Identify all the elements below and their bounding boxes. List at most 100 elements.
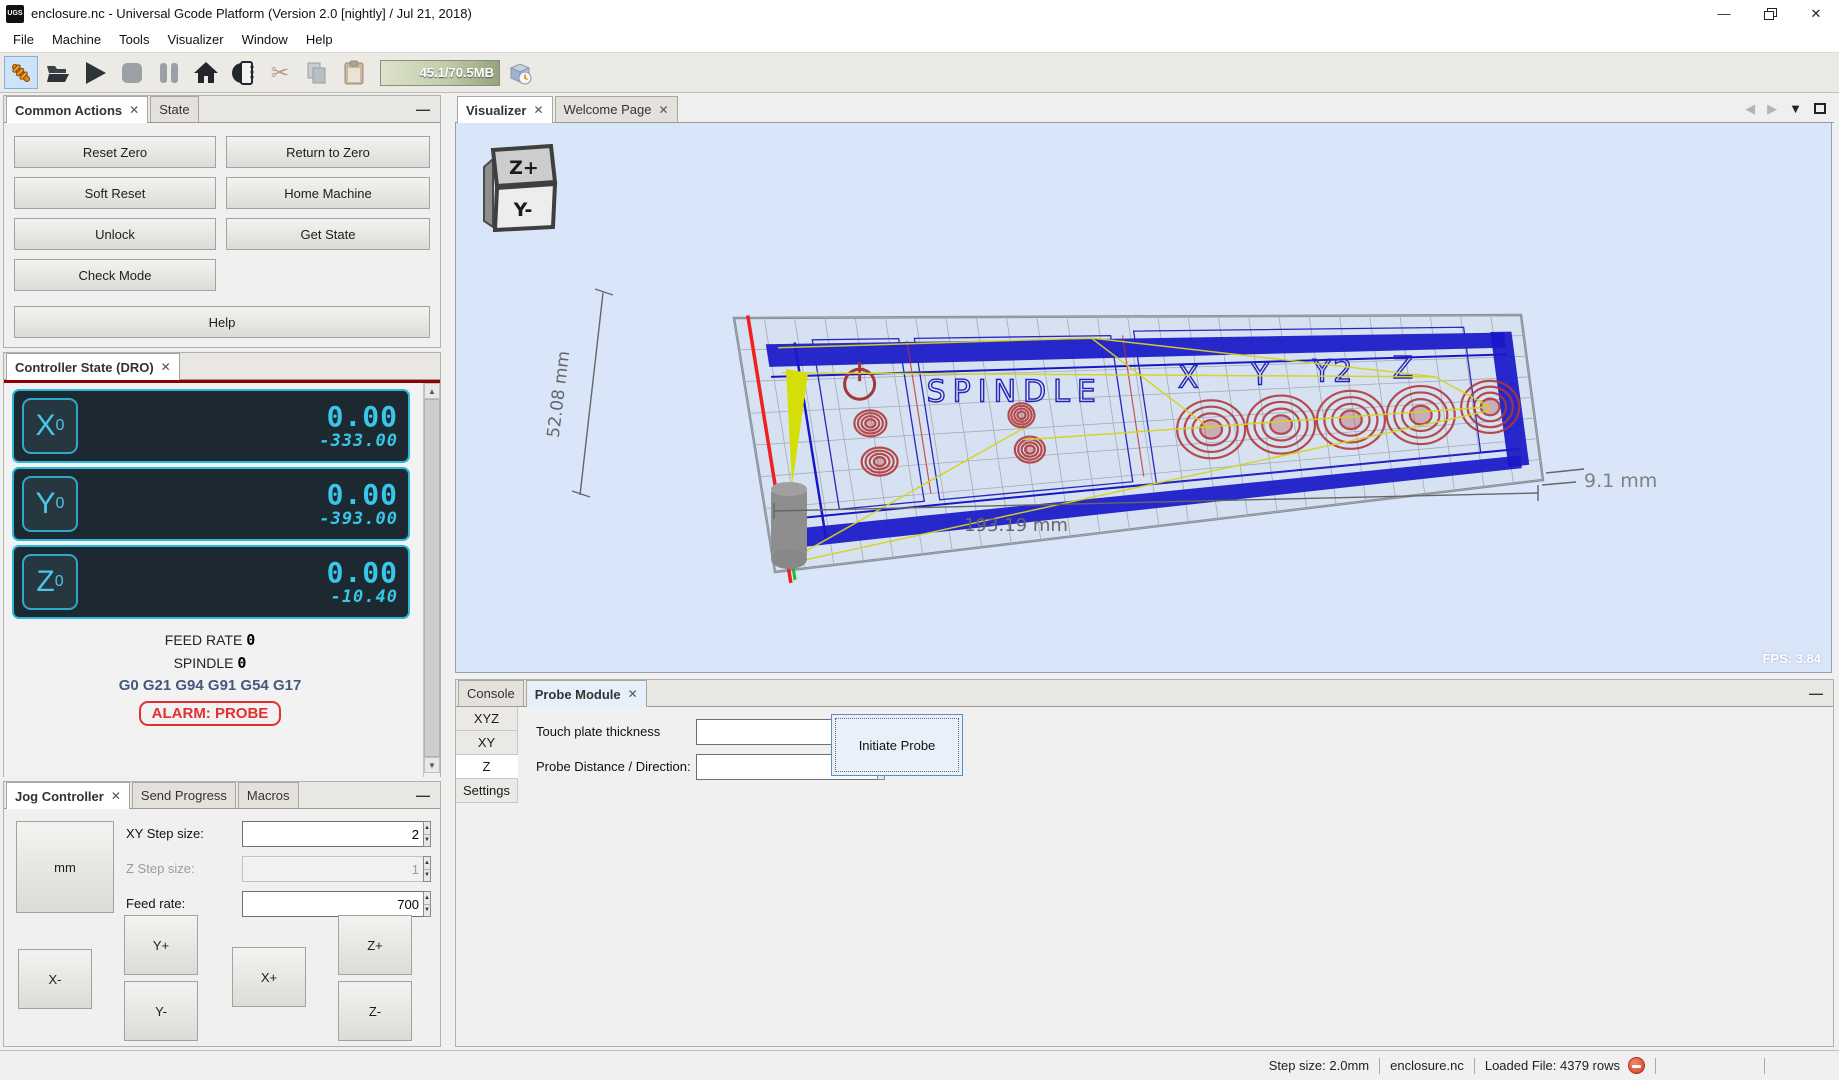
- initiate-probe-button[interactable]: Initiate Probe: [831, 714, 963, 776]
- step-down-icon[interactable]: ▼: [424, 905, 430, 917]
- tab-welcome-page[interactable]: Welcome Page✕: [555, 96, 678, 122]
- dro-scrollbar[interactable]: ▲ ▼: [423, 383, 440, 777]
- check-mode-button[interactable]: Check Mode: [14, 259, 216, 291]
- jog-x-minus-button[interactable]: X-: [18, 949, 92, 1009]
- copy-button[interactable]: [300, 56, 334, 89]
- menu-machine[interactable]: Machine: [43, 29, 110, 50]
- y-work-position: 0.00: [319, 480, 398, 510]
- window-title: enclosure.nc - Universal Gcode Platform …: [31, 6, 472, 21]
- scroll-tabs-right-icon[interactable]: ▶: [1767, 101, 1777, 117]
- home-machine-button[interactable]: Home Machine: [226, 177, 430, 209]
- unlock-button[interactable]: Unlock: [14, 218, 216, 250]
- minimize-panel-icon[interactable]: —: [416, 787, 430, 803]
- minimize-panel-icon[interactable]: —: [1809, 685, 1823, 701]
- tab-macros[interactable]: Macros: [238, 782, 299, 808]
- reset-zero-button[interactable]: Reset Zero: [14, 136, 216, 168]
- unit-toggle-button[interactable]: mm: [16, 821, 114, 913]
- step-up-icon[interactable]: ▲: [424, 822, 430, 835]
- jog-x-plus-button[interactable]: X+: [232, 947, 306, 1007]
- connect-button[interactable]: [4, 56, 38, 89]
- jog-z-minus-button[interactable]: Z-: [338, 981, 412, 1041]
- scrollbar-thumb[interactable]: [424, 399, 440, 757]
- stop-button[interactable]: [115, 56, 149, 89]
- menu-visualizer[interactable]: Visualizer: [158, 29, 232, 50]
- tab-probe-module[interactable]: Probe Module✕: [526, 680, 647, 707]
- zero-y-axis-button[interactable]: Y0: [22, 476, 78, 532]
- tab-list-dropdown-icon[interactable]: ▼: [1789, 101, 1802, 116]
- xy-step-input[interactable]: [242, 821, 423, 847]
- tab-console[interactable]: Console: [458, 680, 524, 706]
- scroll-up-icon[interactable]: ▲: [424, 383, 440, 399]
- toolbar: ✂ 45.1/70.5MB: [0, 52, 1839, 93]
- minimize-panel-icon[interactable]: —: [416, 101, 430, 117]
- close-tab-icon[interactable]: ✕: [129, 103, 139, 117]
- maximize-panel-icon[interactable]: [1814, 103, 1826, 114]
- visualizer-canvas[interactable]: SPINDLEXYY2Z52.08 mm193.19 mm9.1 mmZ+Y- …: [455, 123, 1832, 673]
- send-program-button[interactable]: [78, 56, 112, 89]
- close-tab-icon[interactable]: ✕: [658, 103, 668, 117]
- height-dim-line: [580, 293, 603, 495]
- close-window-icon[interactable]: ✕: [1793, 0, 1839, 27]
- pause-button[interactable]: [152, 56, 186, 89]
- menu-window[interactable]: Window: [233, 29, 297, 50]
- tab-common-actions[interactable]: Common Actions✕: [6, 96, 148, 123]
- restore-window-icon[interactable]: [1747, 0, 1793, 27]
- zero-z-axis-button[interactable]: Z0: [22, 554, 78, 610]
- cut-button[interactable]: ✂: [263, 56, 297, 89]
- tab-send-progress[interactable]: Send Progress: [132, 782, 236, 808]
- paste-button[interactable]: [337, 56, 371, 89]
- return-to-zero-button[interactable]: Return to Zero: [226, 136, 430, 168]
- gcode-3d-view[interactable]: SPINDLEXYY2Z52.08 mm193.19 mm9.1 mmZ+Y-: [456, 123, 1831, 671]
- open-file-button[interactable]: [41, 56, 75, 89]
- x-work-position: 0.00: [319, 402, 398, 432]
- garbage-collect-button[interactable]: [503, 56, 537, 89]
- probe-side-tab-z[interactable]: Z: [456, 755, 518, 779]
- help-button[interactable]: Help: [14, 306, 430, 338]
- soft-reset-button[interactable]: Soft Reset: [14, 177, 216, 209]
- tab-state[interactable]: State: [150, 96, 198, 122]
- step-up-icon[interactable]: ▲: [424, 892, 430, 905]
- connect-icon: [8, 60, 34, 86]
- jog-z-plus-button[interactable]: Z+: [338, 915, 412, 975]
- touch-plate-label: Touch plate thickness: [536, 719, 660, 744]
- tab-controller-state[interactable]: Controller State (DRO)✕: [6, 353, 180, 380]
- menubar: File Machine Tools Visualizer Window Hel…: [0, 27, 1839, 52]
- jog-y-minus-button[interactable]: Y-: [124, 981, 198, 1041]
- xy-step-spinner: ▲▼: [242, 821, 380, 847]
- tab-visualizer[interactable]: Visualizer✕: [457, 96, 553, 123]
- memory-usage-indicator[interactable]: 45.1/70.5MB: [380, 60, 500, 86]
- menu-help[interactable]: Help: [297, 29, 342, 50]
- scroll-tabs-left-icon[interactable]: ◀: [1745, 101, 1755, 117]
- status-file-name: enclosure.nc: [1390, 1058, 1464, 1073]
- send-file-button[interactable]: [226, 56, 260, 89]
- file-send-icon: [230, 60, 256, 86]
- feed-rate-input[interactable]: [242, 891, 423, 917]
- close-tab-icon[interactable]: ✕: [161, 360, 171, 374]
- feed-rate-readout: FEED RATE 0: [4, 631, 416, 649]
- close-tab-icon[interactable]: ✕: [533, 103, 543, 117]
- z-machine-position: -10.40: [327, 588, 398, 607]
- cube-front-label: Y-: [513, 199, 533, 221]
- scroll-down-icon[interactable]: ▼: [424, 757, 440, 773]
- engraved-text: X: [1178, 361, 1201, 396]
- jog-y-plus-button[interactable]: Y+: [124, 915, 198, 975]
- common-actions-panel: Common Actions✕ State — Reset Zero Retur…: [3, 95, 441, 348]
- get-state-button[interactable]: Get State: [226, 218, 430, 250]
- menu-tools[interactable]: Tools: [110, 29, 158, 50]
- home-button[interactable]: [189, 56, 223, 89]
- probe-side-tab-xyz[interactable]: XYZ: [456, 707, 518, 731]
- probe-side-tab-xy[interactable]: XY: [456, 731, 518, 755]
- minimize-window-icon[interactable]: —: [1701, 0, 1747, 27]
- close-tab-icon[interactable]: ✕: [111, 789, 121, 803]
- z-step-spinner: ▲▼: [242, 856, 380, 882]
- probe-distance-spinner: ▲▼: [696, 754, 822, 780]
- step-down-icon[interactable]: ▼: [424, 835, 430, 847]
- probe-side-tab-settings[interactable]: Settings: [456, 779, 518, 803]
- feed-rate-label: Feed rate:: [126, 891, 185, 917]
- visualizer-tabrow: Visualizer✕ Welcome Page✕ ◀ ▶ ▼: [455, 95, 1834, 123]
- zero-x-axis-button[interactable]: X0: [22, 398, 78, 454]
- tab-jog-controller[interactable]: Jog Controller✕: [6, 782, 130, 809]
- close-tab-icon[interactable]: ✕: [628, 687, 638, 701]
- menu-file[interactable]: File: [4, 29, 43, 50]
- z-step-label: Z Step size:: [126, 856, 195, 882]
